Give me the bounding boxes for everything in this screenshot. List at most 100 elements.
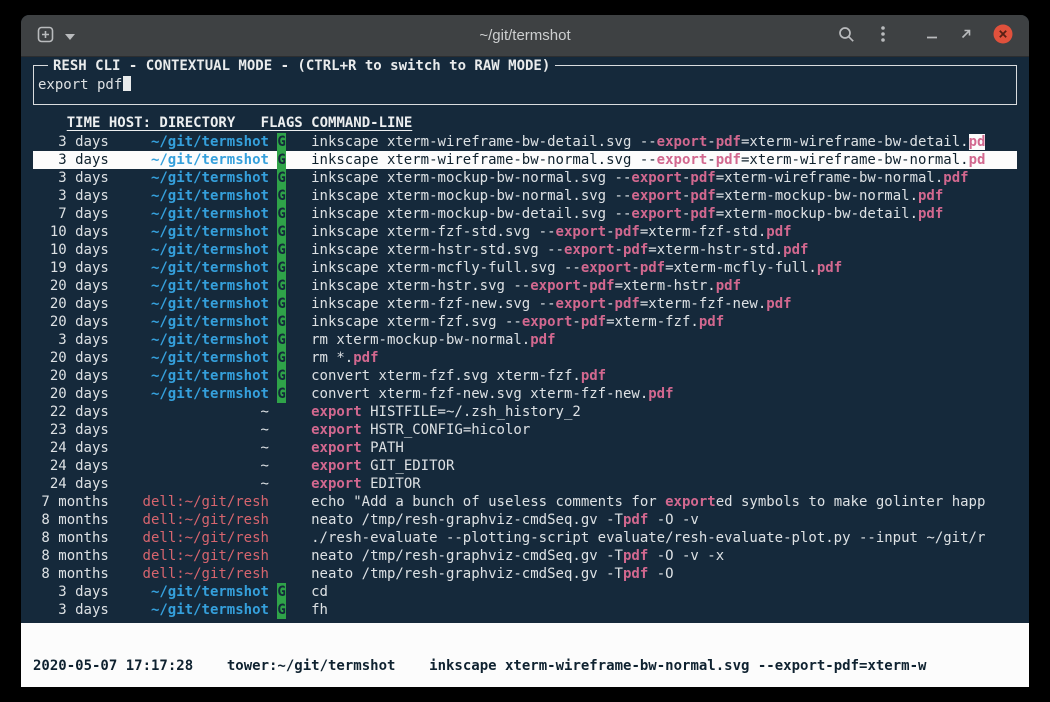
row-flag (277, 529, 285, 547)
history-row[interactable]: 8 months dell:~/git/resh ./resh-evaluate… (33, 529, 1017, 547)
row-flag (277, 547, 285, 565)
row-command: echo "Add a bunch of useless comments fo… (311, 493, 985, 511)
history-row[interactable]: 22 days ~ export HISTFILE=~/.zsh_history… (33, 403, 1017, 421)
row-flag: G (277, 385, 285, 403)
row-command: inkscape xterm-mockup-bw-detail.svg --ex… (311, 205, 943, 223)
status-bar: 2020-05-07 17:17:28 tower:~/git/termshot… (21, 623, 1029, 687)
row-command: inkscape xterm-wireframe-bw-detail.svg -… (311, 133, 985, 151)
menu-button[interactable] (879, 24, 887, 47)
history-row[interactable]: 20 days ~/git/termshot G inkscape xterm-… (33, 313, 1017, 331)
history-row[interactable]: 24 days ~ export GIT_EDITOR (33, 457, 1017, 475)
row-directory: ~/git/termshot (117, 349, 269, 367)
history-row[interactable]: 8 months dell:~/git/resh neato /tmp/resh… (33, 511, 1017, 529)
mode-legend: RESH CLI - CONTEXTUAL MODE - (CTRL+R to … (48, 57, 555, 75)
new-tab-button[interactable] (35, 24, 56, 48)
row-directory: dell:~/git/resh (117, 547, 269, 565)
row-directory: ~/git/termshot (117, 259, 269, 277)
history-row[interactable]: 3 days ~/git/termshot G inkscape xterm-w… (33, 151, 1017, 169)
history-row[interactable]: 20 days ~/git/termshot G convert xterm-f… (33, 385, 1017, 403)
row-flag: G (277, 133, 285, 151)
history-row[interactable]: 3 days ~/git/termshot G fh (33, 601, 1017, 619)
restore-button[interactable] (957, 25, 975, 46)
table-header: TIME HOST: DIRECTORY FLAGS COMMAND-LINE (33, 114, 1017, 132)
search-query-text: export pdf (38, 77, 122, 93)
row-flag (277, 403, 285, 421)
history-row[interactable]: 3 days ~/git/termshot G inkscape xterm-m… (33, 169, 1017, 187)
row-command: inkscape xterm-mockup-bw-normal.svg --ex… (311, 169, 968, 187)
row-command: inkscape xterm-wireframe-bw-normal.svg -… (311, 151, 985, 169)
history-row[interactable]: 19 days ~/git/termshot G inkscape xterm-… (33, 259, 1017, 277)
history-row[interactable]: 8 months dell:~/git/resh neato /tmp/resh… (33, 547, 1017, 565)
minimize-icon (925, 27, 939, 44)
row-directory: ~ (117, 475, 269, 493)
row-time: 3 days (33, 169, 109, 187)
row-directory: dell:~/git/resh (117, 511, 269, 529)
row-time: 20 days (33, 277, 109, 295)
row-directory: ~/git/termshot (117, 277, 269, 295)
row-flag: G (277, 583, 285, 601)
row-time: 19 days (33, 259, 109, 277)
terminal-content: RESH CLI - CONTEXTUAL MODE - (CTRL+R to … (21, 57, 1029, 686)
close-button[interactable] (991, 22, 1015, 49)
history-row[interactable]: 24 days ~ export PATH (33, 439, 1017, 457)
status-line1: 2020-05-07 17:17:28 tower:~/git/termshot… (33, 658, 1017, 675)
history-row[interactable]: 3 days ~/git/termshot G inkscape xterm-w… (33, 133, 1017, 151)
resh-search-box[interactable]: RESH CLI - CONTEXTUAL MODE - (CTRL+R to … (33, 65, 1017, 105)
history-row[interactable]: 20 days ~/git/termshot G inkscape xterm-… (33, 277, 1017, 295)
history-row[interactable]: 23 days ~ export HSTR_CONFIG=hicolor (33, 421, 1017, 439)
row-flag: G (277, 277, 285, 295)
terminal-window: ~/git/termshot (21, 15, 1029, 687)
row-flag: G (277, 151, 285, 169)
row-directory: ~ (117, 421, 269, 439)
row-directory: ~/git/termshot (117, 241, 269, 259)
history-row[interactable]: 10 days ~/git/termshot G inkscape xterm-… (33, 241, 1017, 259)
row-flag: G (277, 223, 285, 241)
history-row[interactable]: 7 months dell:~/git/resh echo "Add a bun… (33, 493, 1017, 511)
new-tab-icon (37, 26, 54, 46)
search-button[interactable] (836, 24, 857, 48)
row-directory: ~/git/termshot (117, 367, 269, 385)
history-row[interactable]: 3 days ~/git/termshot G cd (33, 583, 1017, 601)
row-command: inkscape xterm-hstr.svg --export-pdf=xte… (311, 277, 741, 295)
row-directory: ~/git/termshot (117, 583, 269, 601)
row-command: export HSTR_CONFIG=hicolor (311, 421, 530, 439)
history-row[interactable]: 8 months dell:~/git/resh neato /tmp/resh… (33, 565, 1017, 583)
history-row[interactable]: 7 days ~/git/termshot G inkscape xterm-m… (33, 205, 1017, 223)
minimize-button[interactable] (923, 25, 941, 46)
history-row[interactable]: 3 days ~/git/termshot G rm xterm-mockup-… (33, 331, 1017, 349)
history-row[interactable]: 24 days ~ export EDITOR (33, 475, 1017, 493)
row-directory: ~/git/termshot (117, 601, 269, 619)
row-flag: G (277, 187, 285, 205)
row-flag (277, 511, 285, 529)
row-time: 3 days (33, 331, 109, 349)
row-directory: dell:~/git/resh (117, 529, 269, 547)
row-time: 20 days (33, 313, 109, 331)
row-command: inkscape xterm-fzf.svg --export-pdf=xter… (311, 313, 724, 331)
row-directory: ~ (117, 457, 269, 475)
kebab-menu-icon (881, 26, 885, 45)
row-flag: G (277, 331, 285, 349)
tab-dropdown-button[interactable] (63, 26, 77, 45)
history-row[interactable]: 20 days ~/git/termshot G rm *.pdf (33, 349, 1017, 367)
row-command: neato /tmp/resh-graphviz-cmdSeq.gv -Tpdf… (311, 565, 673, 583)
row-time: 10 days (33, 223, 109, 241)
history-row[interactable]: 20 days ~/git/termshot G inkscape xterm-… (33, 295, 1017, 313)
row-flag: G (277, 205, 285, 223)
titlebar[interactable]: ~/git/termshot (21, 15, 1029, 57)
history-row[interactable]: 3 days ~/git/termshot G inkscape xterm-m… (33, 187, 1017, 205)
row-time: 23 days (33, 421, 109, 439)
row-command: export GIT_EDITOR (311, 457, 454, 475)
row-flag (277, 421, 285, 439)
row-command: cd (311, 583, 328, 601)
row-command: neato /tmp/resh-graphviz-cmdSeq.gv -Tpdf… (311, 547, 724, 565)
row-time: 20 days (33, 349, 109, 367)
history-row[interactable]: 10 days ~/git/termshot G inkscape xterm-… (33, 223, 1017, 241)
row-flag (277, 493, 285, 511)
row-directory: dell:~/git/resh (117, 493, 269, 511)
row-directory: ~/git/termshot (117, 385, 269, 403)
search-input[interactable]: export pdf (38, 76, 1012, 94)
row-directory: ~/git/termshot (117, 295, 269, 313)
row-time: 3 days (33, 601, 109, 619)
history-row[interactable]: 20 days ~/git/termshot G convert xterm-f… (33, 367, 1017, 385)
row-time: 3 days (33, 583, 109, 601)
